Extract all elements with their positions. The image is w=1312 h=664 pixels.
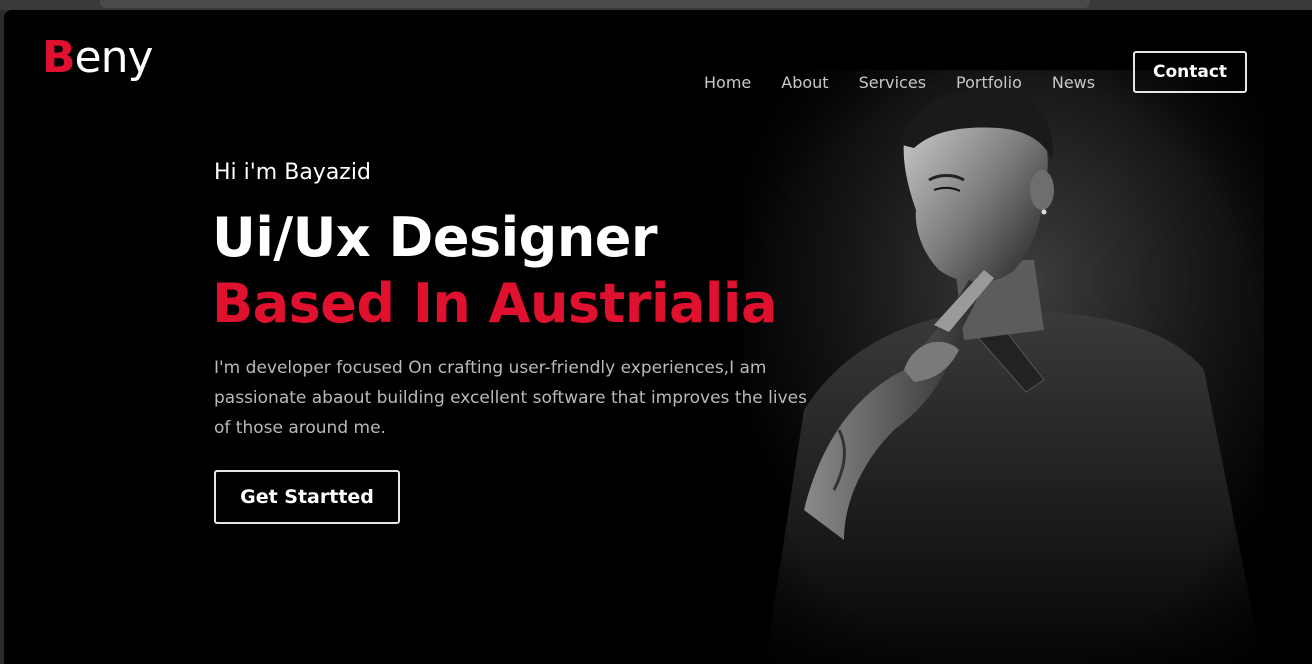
address-bar-edge	[100, 0, 1090, 8]
nav-item-about[interactable]: About	[781, 73, 828, 92]
logo-text: eny	[74, 32, 154, 83]
hero-greeting: Hi i'm Bayazid	[214, 160, 371, 185]
main-nav: Home About Services Portfolio News	[704, 61, 1125, 103]
hero-headline-role: Ui/Ux Designer	[212, 206, 658, 269]
hero-portrait-image	[744, 70, 1264, 664]
contact-button[interactable]: Contact	[1133, 51, 1247, 93]
page: Beny Home About Services Portfolio News …	[4, 10, 1312, 664]
brand-logo[interactable]: Beny	[42, 36, 154, 80]
nav-item-portfolio[interactable]: Portfolio	[956, 73, 1022, 92]
hero-headline-location: Based In Austrialia	[212, 272, 777, 335]
nav-item-news[interactable]: News	[1052, 73, 1095, 92]
browser-chrome-strip	[0, 0, 1312, 10]
nav-item-home[interactable]: Home	[704, 73, 751, 92]
hero-description: I'm developer focused On crafting user-f…	[214, 358, 807, 438]
logo-initial: B	[42, 32, 76, 83]
nav-item-services[interactable]: Services	[859, 73, 926, 92]
get-started-button[interactable]: Get Startted	[214, 470, 400, 524]
